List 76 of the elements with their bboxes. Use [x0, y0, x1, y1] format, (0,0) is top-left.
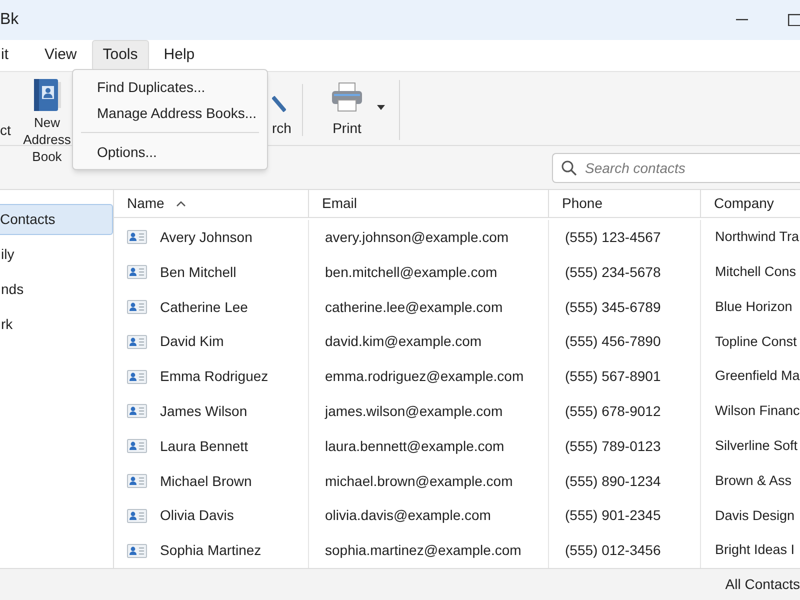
column-header[interactable]: Name	[114, 190, 309, 218]
table-cell: james.wilson@example.com	[309, 394, 549, 429]
table-cell: emma.rodriguez@example.com	[309, 359, 549, 394]
window-title: Bk	[0, 10, 19, 30]
address-book-icon	[32, 78, 62, 112]
table-cell: Mitchell Cons	[701, 254, 800, 290]
menu-item[interactable]: Help	[152, 40, 206, 71]
contact-card-icon	[127, 508, 147, 523]
table-cell: Northwind Tra	[701, 220, 800, 255]
menu-item[interactable]: Find Duplicates...	[73, 74, 267, 100]
printer-icon	[331, 82, 363, 112]
table-cell: (555) 789-0123	[549, 428, 701, 464]
table-cell: Topline Const	[701, 324, 800, 360]
contact-card-icon	[127, 265, 147, 280]
table-cell: (555) 890-1234	[549, 464, 701, 498]
search-icon	[561, 160, 577, 176]
table-cell: Davis Design	[701, 498, 800, 534]
search-button[interactable]: rch	[272, 118, 302, 139]
print-button[interactable]: Print	[319, 72, 375, 139]
contact-card-icon	[127, 370, 147, 384]
table-cell-text: Sophia Martinez	[160, 541, 262, 560]
maximize-icon[interactable]	[788, 14, 800, 26]
header-label: Name	[127, 194, 164, 214]
table-cell: (555) 456-7890	[549, 324, 701, 360]
menu-item[interactable]: View	[34, 40, 88, 71]
table-cell: david.kim@example.com	[309, 324, 549, 360]
column-header[interactable]: Company	[701, 190, 800, 218]
table-cell-text: Emma Rodriguez	[160, 367, 268, 386]
contact-card-icon	[127, 300, 147, 314]
table-cell: Blue Horizon	[701, 290, 800, 324]
contact-card-icon	[127, 230, 147, 244]
dropdown-button[interactable]	[375, 102, 387, 112]
table-cell-text: Laura Bennett	[160, 436, 248, 456]
table-cell: (555) 123-4567	[549, 220, 701, 255]
table-cell: (555) 345-6789	[549, 290, 701, 324]
sidebar-item[interactable]: nds	[0, 274, 113, 305]
menu-item[interactable]: Tools	[92, 40, 149, 71]
sidebar-item[interactable]: Contacts	[0, 204, 113, 235]
magnifier-handle-icon	[272, 96, 286, 112]
sidebar-item[interactable]: ily	[0, 239, 113, 270]
table-cell: ben.mitchell@example.com	[309, 254, 549, 290]
table-cell: Silverline Soft	[701, 428, 800, 464]
table-cell: avery.johnson@example.com	[309, 220, 549, 255]
table-cell: Wilson Financ	[701, 394, 800, 429]
table-cell-text: Olivia Davis	[160, 506, 234, 526]
table-cell: michael.brown@example.com	[309, 464, 549, 498]
table-cell: laura.bennett@example.com	[309, 428, 549, 464]
table-cell-text: Ben Mitchell	[160, 262, 236, 282]
table-cell: (555) 901-2345	[549, 498, 701, 534]
table-cell-text: Michael Brown	[160, 472, 252, 490]
contact-card-icon	[127, 474, 147, 488]
contact-card-icon	[127, 439, 147, 454]
menu-item[interactable]: Options...	[73, 139, 267, 165]
table-cell: (555) 678-9012	[549, 394, 701, 429]
table-cell: (555) 234-5678	[549, 254, 701, 290]
table-cell-text: Avery Johnson	[160, 228, 252, 247]
contact-card-icon	[127, 404, 147, 418]
menu-item[interactable]: it	[0, 40, 20, 71]
sidebar-item[interactable]: rk	[0, 309, 113, 340]
status-text: All Contacts	[725, 575, 800, 594]
column-header[interactable]: Email	[309, 190, 549, 218]
table-cell: catherine.lee@example.com	[309, 290, 549, 324]
table-cell-text: Catherine Lee	[160, 298, 248, 317]
toolbar-button[interactable]: ct	[0, 120, 24, 141]
table-cell: (555) 567-8901	[549, 359, 701, 394]
search-field[interactable]: Search contacts	[552, 152, 800, 182]
table-cell: Brown & Ass	[701, 464, 800, 498]
contact-card-icon	[127, 334, 147, 349]
table-cell-text: David Kim	[160, 332, 224, 352]
table-cell: olivia.davis@example.com	[309, 498, 549, 534]
column-header[interactable]: Phone	[549, 190, 701, 218]
minimize-icon[interactable]	[736, 19, 748, 21]
table-cell: Greenfield Ma	[701, 359, 800, 394]
menu-item[interactable]: Manage Address Books...	[73, 100, 267, 126]
contact-card-icon	[127, 544, 147, 558]
table-cell-text: James Wilson	[160, 402, 248, 421]
